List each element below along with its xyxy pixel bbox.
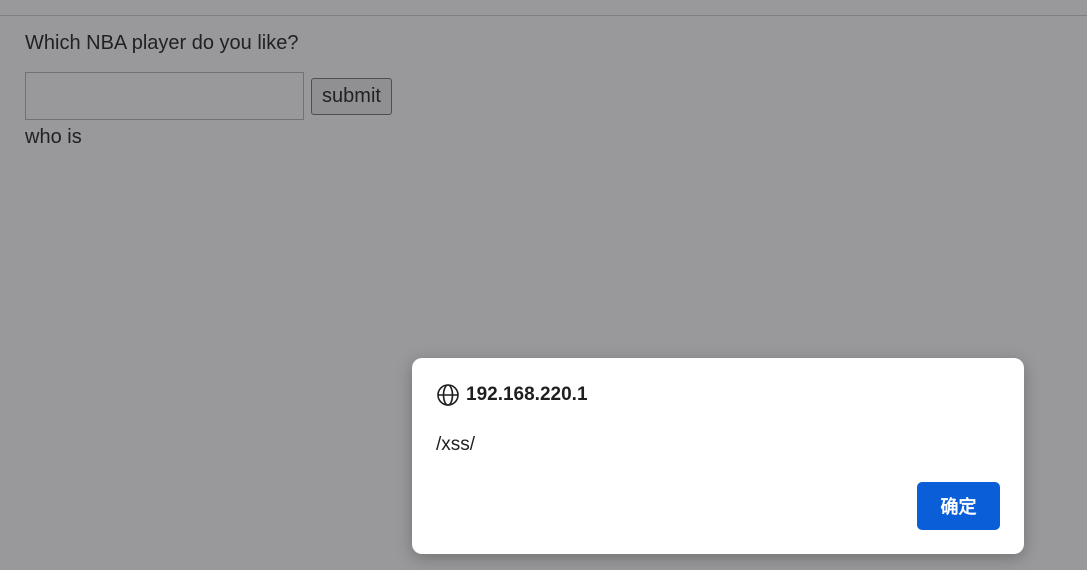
alert-dialog: 192.168.220.1 /xss/ 确定 xyxy=(412,358,1024,554)
globe-icon xyxy=(436,383,460,407)
dialog-header: 192.168.220.1 xyxy=(436,382,588,408)
dialog-origin: 192.168.220.1 xyxy=(466,384,588,405)
ok-button[interactable]: 确定 xyxy=(917,482,1000,530)
dialog-message: /xss/ xyxy=(436,434,476,455)
